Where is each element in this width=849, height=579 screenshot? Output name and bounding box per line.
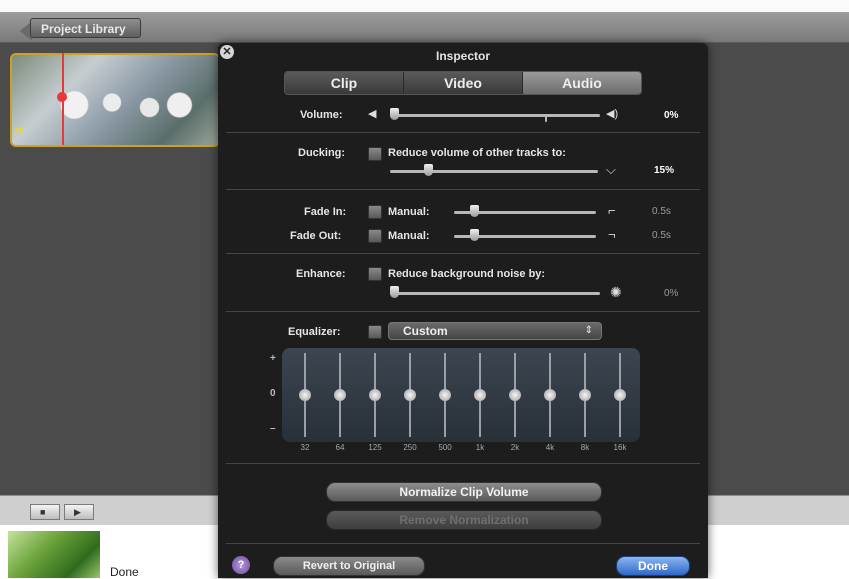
duration-badge: 25: [14, 127, 23, 136]
inspector-tabs: Clip Video Audio: [284, 71, 642, 95]
fade-in-curve-icon: ⌐: [608, 203, 616, 218]
tab-clip[interactable]: Clip: [285, 72, 404, 94]
divider: [226, 189, 700, 190]
eq-band-knob-250[interactable]: [404, 389, 416, 401]
eq-band-label: 4k: [545, 443, 555, 452]
volume-value: 0%: [664, 110, 679, 121]
divider: [226, 132, 700, 133]
eq-band-knob-8k[interactable]: [579, 389, 591, 401]
fade-in-label: Fade In:: [304, 206, 347, 218]
eq-band-label: 125: [368, 443, 382, 452]
event-thumbnail[interactable]: [8, 531, 100, 578]
ducking-label: Ducking:: [298, 147, 346, 159]
eq-band-knob-32[interactable]: [299, 389, 311, 401]
status-text: Done: [110, 565, 139, 579]
equalizer-checkbox[interactable]: [368, 325, 382, 339]
inspector-title: Inspector: [435, 49, 490, 63]
eq-band-knob-2k[interactable]: [509, 389, 521, 401]
volume-slider-knob[interactable]: [390, 108, 399, 120]
tab-audio[interactable]: Audio: [523, 72, 641, 94]
enhance-checkbox[interactable]: [368, 267, 382, 281]
volume-label: Volume:: [300, 109, 343, 121]
eq-band-knob-16k[interactable]: [614, 389, 626, 401]
speaker-low-icon: ◀: [368, 108, 377, 120]
done-button[interactable]: Done: [616, 556, 690, 576]
thumbnail-image: [52, 85, 202, 135]
eq-band-knob-125[interactable]: [369, 389, 381, 401]
enhance-checkbox-label: Reduce background noise by:: [388, 268, 546, 280]
speaker-high-icon: ◀): [606, 108, 619, 120]
eq-band-label: 1k: [475, 443, 485, 452]
fade-out-curve-icon: ¬: [608, 227, 616, 242]
fade-out-mode-label: Manual:: [388, 230, 430, 242]
noise-wave-icon: ✺: [610, 284, 622, 300]
volume-slider[interactable]: [390, 114, 600, 117]
toolbar: Project Library: [0, 12, 849, 43]
eq-band-knob-500[interactable]: [439, 389, 451, 401]
enhance-value: 0%: [664, 288, 679, 299]
equalizer-preset-select[interactable]: Custom ⇕: [388, 322, 602, 340]
eq-axis-plus: +: [270, 353, 276, 364]
divider: [226, 543, 700, 544]
eq-band-label: 32: [300, 443, 310, 452]
fade-in-checkbox[interactable]: [368, 205, 382, 219]
fade-out-value: 0.5s: [652, 230, 671, 241]
divider: [226, 253, 700, 254]
fade-in-slider-knob[interactable]: [470, 205, 479, 217]
clip-thumbnail[interactable]: [10, 53, 220, 147]
fade-out-slider-knob[interactable]: [470, 229, 479, 241]
inspector-panel: ✕ Inspector Clip Video Audio Volume: ◀ ◀…: [218, 43, 708, 578]
help-icon[interactable]: ?: [232, 556, 250, 574]
play-icon: ▶: [74, 507, 81, 517]
playhead-handle[interactable]: [57, 92, 67, 102]
divider: [226, 463, 700, 464]
fade-in-mode-label: Manual:: [388, 206, 430, 218]
eq-band-label: 250: [403, 443, 417, 452]
play-fullscreen-button[interactable]: ■: [30, 504, 60, 520]
project-library-button[interactable]: Project Library: [30, 18, 141, 38]
tab-video[interactable]: Video: [404, 72, 523, 94]
top-strip: [0, 0, 849, 12]
eq-band-label: 2k: [510, 443, 520, 452]
play-fullscreen-icon: ■: [40, 507, 46, 517]
equalizer-preset-value: Custom: [403, 324, 448, 338]
eq-band-label: 64: [335, 443, 345, 452]
eq-band-knob-64[interactable]: [334, 389, 346, 401]
fade-out-label: Fade Out:: [290, 230, 342, 242]
enhance-slider-knob[interactable]: [390, 286, 399, 298]
equalizer-label: Equalizer:: [288, 326, 341, 338]
eq-band-knob-1k[interactable]: [474, 389, 486, 401]
remove-normalization-button[interactable]: Remove Normalization: [326, 510, 602, 530]
fade-out-checkbox[interactable]: [368, 229, 382, 243]
normalize-clip-volume-button[interactable]: Normalize Clip Volume: [326, 482, 602, 502]
ducking-checkbox[interactable]: [368, 147, 382, 161]
eq-band-knob-4k[interactable]: [544, 389, 556, 401]
duck-curve-icon: ⌵: [606, 162, 616, 177]
ducking-slider-knob[interactable]: [424, 164, 433, 176]
enhance-label: Enhance:: [296, 268, 346, 280]
enhance-slider[interactable]: [390, 292, 600, 295]
volume-default-tick: [545, 114, 547, 122]
play-button[interactable]: ▶: [64, 504, 94, 520]
eq-band-label: 8k: [580, 443, 590, 452]
eq-axis-zero: 0: [270, 388, 276, 399]
fade-in-value: 0.5s: [652, 206, 671, 217]
eq-band-label: 16k: [613, 443, 627, 452]
ducking-checkbox-label: Reduce volume of other tracks to:: [388, 147, 566, 159]
ducking-slider[interactable]: [390, 170, 598, 173]
ducking-value: 15%: [654, 165, 675, 176]
select-arrows-icon: ⇕: [584, 325, 593, 336]
divider: [226, 311, 700, 312]
eq-axis-minus: –: [270, 423, 276, 434]
revert-to-original-button[interactable]: Revert to Original: [273, 556, 425, 576]
eq-band-label: 500: [438, 443, 452, 452]
